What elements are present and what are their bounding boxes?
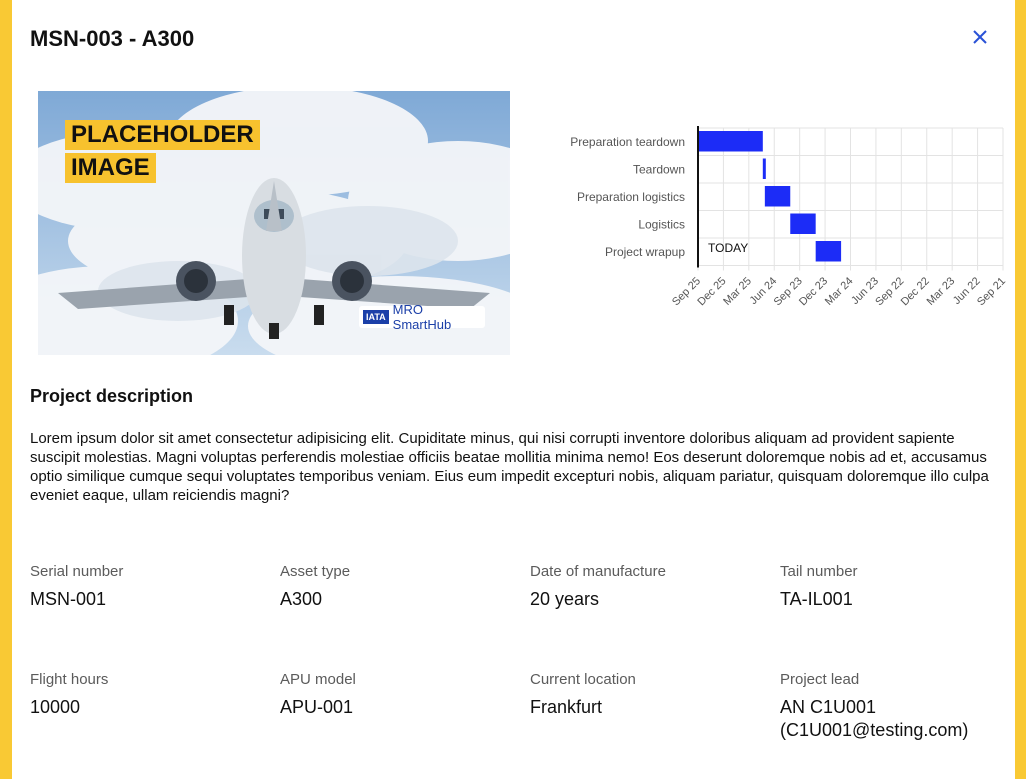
today-label: TODAY xyxy=(708,241,748,255)
date-of-manufacture-value: 20 years xyxy=(530,589,600,609)
project-lead-label: Project lead xyxy=(780,671,860,688)
project-lead-name: AN C1U001 xyxy=(780,697,877,717)
task-bar xyxy=(698,131,763,152)
flight-hours-value: 10000 xyxy=(30,697,81,717)
current-location-value: Frankfurt xyxy=(530,697,603,717)
project-lead-field: Project lead AN C1U001 (C1U001@testing.c… xyxy=(780,671,1010,742)
task-label: Preparation logistics xyxy=(577,190,685,204)
tick-label: Mar 24 xyxy=(823,275,856,308)
tick-label: Sep 21 xyxy=(975,275,1007,308)
tick-label: Dec 23 xyxy=(797,275,830,308)
tail-number-field: Tail number TA-IL001 xyxy=(780,563,1010,611)
project-modal: MSN-003 - A300 PLACEHOLDER IMAGE IATA MR… xyxy=(12,0,1015,779)
task-bar xyxy=(790,213,816,234)
placeholder-line-1: PLACEHOLDER xyxy=(65,120,260,150)
project-image: PLACEHOLDER IMAGE IATA MRO SmartHub xyxy=(38,91,510,355)
mro-badge: IATA MRO SmartHub xyxy=(359,302,485,332)
iata-logo: IATA xyxy=(363,310,389,324)
description-heading: Project description xyxy=(30,386,194,406)
placeholder-line-2: IMAGE xyxy=(65,153,156,183)
placeholder-label: PLACEHOLDER IMAGE xyxy=(65,120,260,183)
flight-hours-label: Flight hours xyxy=(30,671,109,688)
tick-label: Mar 23 xyxy=(925,275,958,308)
close-icon[interactable] xyxy=(969,26,991,48)
serial-number-label: Serial number xyxy=(30,563,124,580)
date-of-manufacture-label: Date of manufacture xyxy=(530,563,666,580)
apu-model-label: APU model xyxy=(280,671,356,688)
task-label: Project wrapup xyxy=(605,245,685,259)
task-label: Preparation teardown xyxy=(570,135,685,149)
serial-number-field: Serial number MSN-001 xyxy=(30,563,260,611)
tail-number-value: TA-IL001 xyxy=(780,589,853,609)
tick-label: Mar 25 xyxy=(721,275,754,308)
gantt-chart: Preparation teardown Teardown Preparation … xyxy=(570,126,1007,308)
project-lead-email: (C1U001@testing.com) xyxy=(780,720,969,740)
task-bar xyxy=(815,241,842,262)
task-label: Logistics xyxy=(638,217,685,231)
tick-label: Dec 25 xyxy=(695,275,728,308)
badge-text: MRO SmartHub xyxy=(392,302,452,332)
tail-number-label: Tail number xyxy=(780,563,858,580)
tick-label: Dec 22 xyxy=(899,275,932,308)
task-label: Teardown xyxy=(633,162,685,176)
date-of-manufacture-field: Date of manufacture 20 years xyxy=(530,563,760,611)
modal-title: MSN-003 - A300 xyxy=(30,26,195,51)
asset-type-value: A300 xyxy=(280,589,323,609)
apu-model-value: APU-001 xyxy=(280,697,354,717)
asset-type-label: Asset type xyxy=(280,563,351,580)
serial-number-value: MSN-001 xyxy=(30,589,107,609)
flight-hours-field: Flight hours 10000 xyxy=(30,671,260,719)
task-bar xyxy=(762,158,766,179)
task-bar xyxy=(764,186,791,207)
asset-type-field: Asset type A300 xyxy=(280,563,510,611)
current-location-field: Current location Frankfurt xyxy=(530,671,760,719)
current-location-label: Current location xyxy=(530,671,636,688)
apu-model-field: APU model APU-001 xyxy=(280,671,510,719)
description-text: Lorem ipsum dolor sit amet consectetur a… xyxy=(30,430,989,504)
